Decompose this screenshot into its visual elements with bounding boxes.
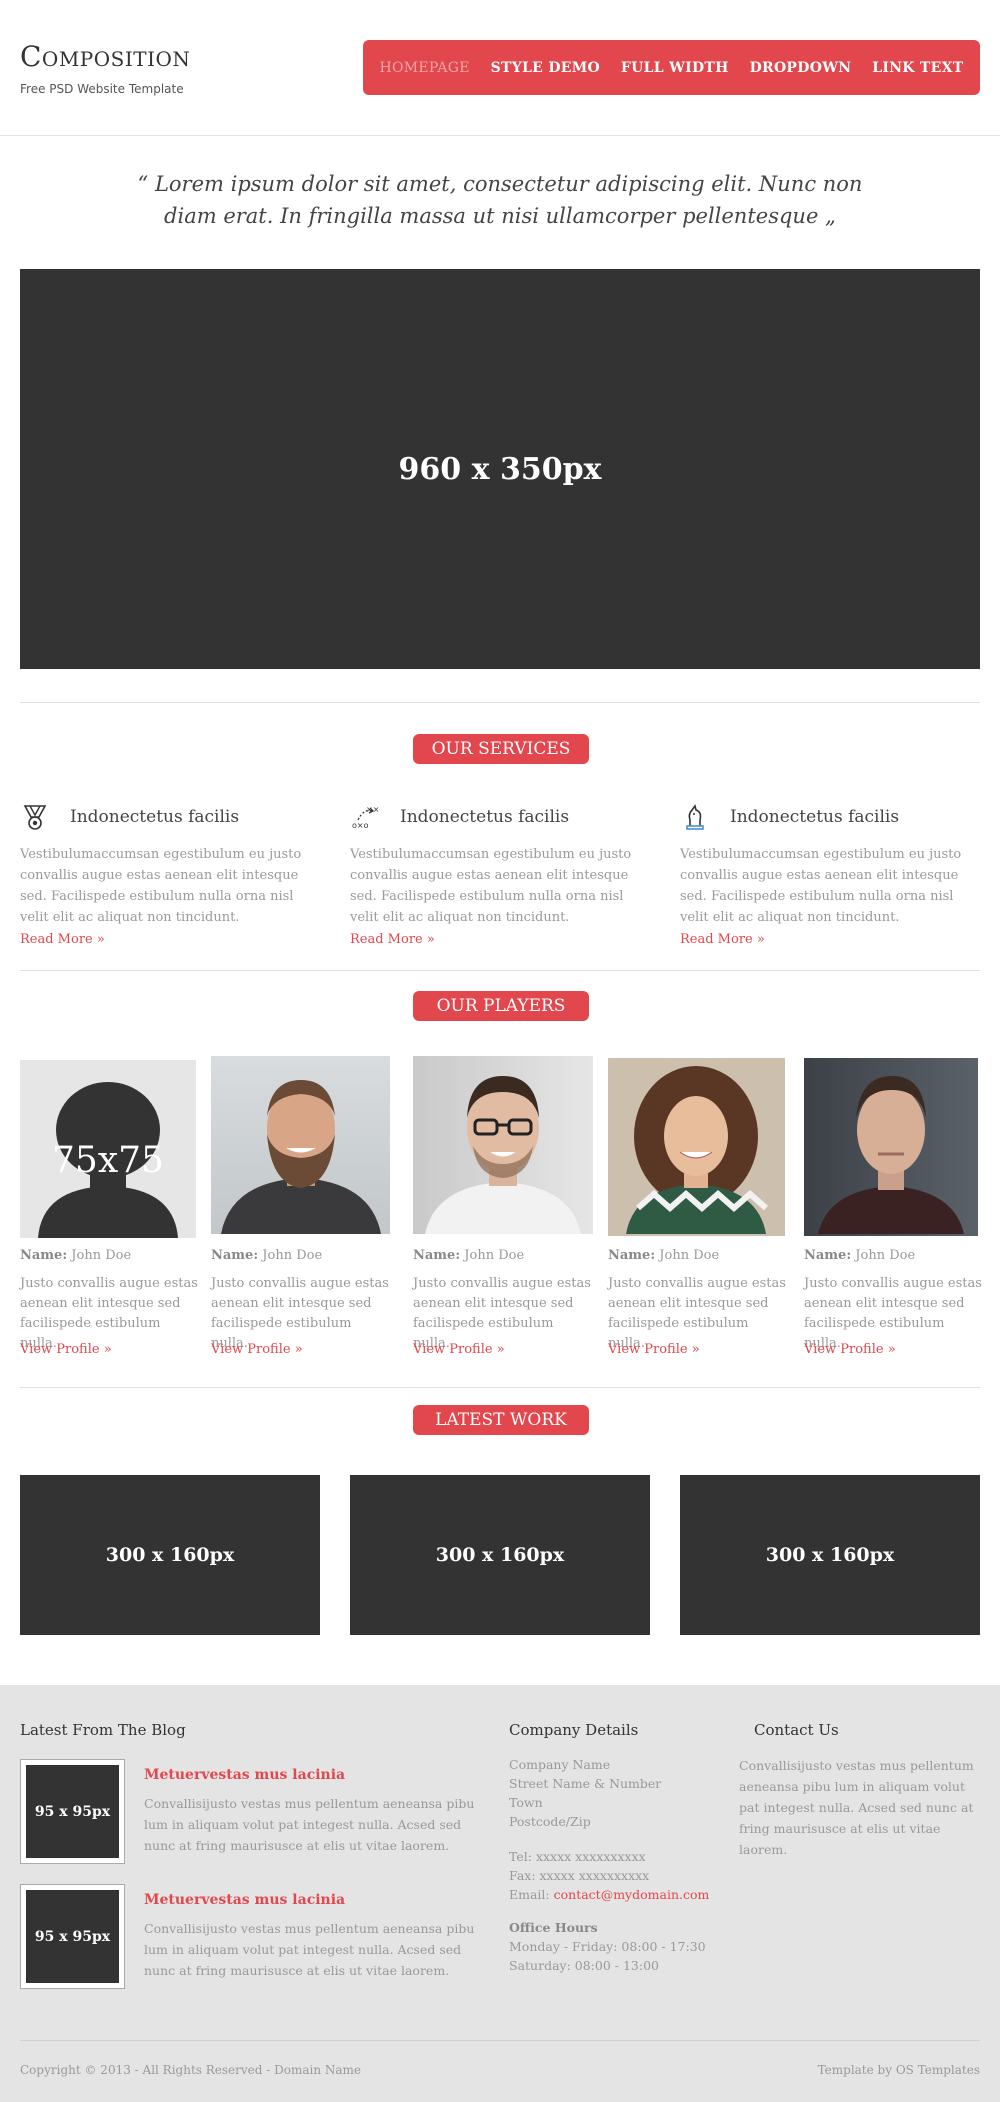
blog-thumb-label: 95 x 95px bbox=[26, 1765, 119, 1858]
company-fax: Fax: xxxxx xxxxxxxxxx bbox=[509, 1868, 650, 1883]
site-tagline: Free PSD Website Template bbox=[20, 82, 184, 96]
read-more-link[interactable]: Read More » bbox=[20, 932, 105, 947]
name-label: Name: bbox=[608, 1248, 656, 1263]
read-more-link[interactable]: Read More » bbox=[350, 932, 435, 947]
office-hours-heading: Office Hours bbox=[509, 1920, 598, 1935]
view-profile-link[interactable]: View Profile » bbox=[20, 1342, 112, 1357]
hero-banner: 960 x 350px bbox=[20, 269, 980, 669]
view-profile-link[interactable]: View Profile » bbox=[413, 1342, 505, 1357]
view-profile-link[interactable]: View Profile » bbox=[211, 1342, 303, 1357]
intro-quote: “ Lorem ipsum dolor sit amet, consectetu… bbox=[137, 172, 863, 228]
player-name: Name: John Doe bbox=[211, 1248, 322, 1263]
main-nav: HOMEPAGE STYLE DEMO FULL WIDTH DROPDOWN … bbox=[363, 40, 980, 95]
player-name: Name: John Doe bbox=[608, 1248, 719, 1263]
name-label: Name: bbox=[20, 1248, 68, 1263]
view-profile-link[interactable]: View Profile » bbox=[608, 1342, 700, 1357]
site-logo[interactable]: Composition bbox=[20, 40, 190, 73]
work-label: 300 x 160px bbox=[435, 1544, 565, 1566]
player-name-value: John Doe bbox=[262, 1248, 323, 1263]
nav-dropdown[interactable]: DROPDOWN bbox=[750, 60, 852, 76]
blog-post-title[interactable]: Metuervestas mus lacinia bbox=[144, 1767, 345, 1783]
work-thumbnail[interactable]: 300 x 160px bbox=[20, 1475, 320, 1635]
blog-thumb-label: 95 x 95px bbox=[26, 1890, 119, 1983]
blog-post-text: Convallisijusto vestas mus pellentum aen… bbox=[144, 1796, 475, 1853]
service-title: Indonectetus facilis bbox=[70, 807, 240, 827]
nav-full-width[interactable]: FULL WIDTH bbox=[621, 60, 729, 76]
section-divider bbox=[20, 702, 980, 703]
service-title: Indonectetus facilis bbox=[730, 807, 900, 827]
office-hours-saturday: Saturday: 08:00 - 13:00 bbox=[509, 1958, 659, 1973]
work-label: 300 x 160px bbox=[105, 1544, 235, 1566]
company-town: Town bbox=[509, 1795, 543, 1810]
company-street: Street Name & Number bbox=[509, 1776, 662, 1791]
company-email-row: Email: contact@mydomain.com bbox=[509, 1885, 709, 1904]
player-photo[interactable] bbox=[211, 1056, 390, 1234]
section-divider bbox=[20, 1387, 980, 1388]
work-thumbnail[interactable]: 300 x 160px bbox=[680, 1475, 980, 1635]
work-thumbnail[interactable]: 300 x 160px bbox=[350, 1475, 650, 1635]
read-more-link[interactable]: Read More » bbox=[680, 932, 765, 947]
nav-homepage[interactable]: HOMEPAGE bbox=[379, 60, 469, 76]
latest-work-heading: LATEST WORK bbox=[413, 1405, 589, 1435]
player-name-value: John Doe bbox=[659, 1248, 720, 1263]
player-name-value: John Doe bbox=[855, 1248, 916, 1263]
service-text: Vestibulumaccumsan egestibulum eu justo … bbox=[680, 847, 962, 925]
company-address: Company Name Street Name & Number Town P… bbox=[509, 1755, 661, 1831]
player-name-value: John Doe bbox=[71, 1248, 132, 1263]
player-portrait bbox=[221, 1080, 381, 1234]
service-title: Indonectetus facilis bbox=[400, 807, 570, 827]
player-name: Name: John Doe bbox=[20, 1248, 131, 1263]
player-photo[interactable] bbox=[413, 1056, 593, 1234]
svg-text:××: ×× bbox=[366, 805, 379, 814]
email-link[interactable]: contact@mydomain.com bbox=[554, 1887, 710, 1902]
name-label: Name: bbox=[804, 1248, 852, 1263]
section-divider bbox=[20, 970, 980, 971]
office-hours-weekday: Monday - Friday: 08:00 - 17:30 bbox=[509, 1939, 706, 1954]
hero-label: 960 x 350px bbox=[398, 451, 602, 487]
copyright: Copyright © 2013 - All Rights Reserved -… bbox=[20, 2063, 362, 2077]
name-label: Name: bbox=[413, 1248, 461, 1263]
blog-post-title[interactable]: Metuervestas mus lacinia bbox=[144, 1892, 345, 1908]
nav-link-text[interactable]: LINK TEXT bbox=[872, 60, 963, 76]
company-contact: Tel: xxxxx xxxxxxxxxx Fax: xxxxx xxxxxxx… bbox=[509, 1847, 709, 1904]
work-label: 300 x 160px bbox=[765, 1544, 895, 1566]
footer-divider bbox=[20, 2040, 980, 2041]
company-heading: Company Details bbox=[509, 1721, 639, 1739]
player-name: Name: John Doe bbox=[804, 1248, 915, 1263]
player-name: Name: John Doe bbox=[413, 1248, 524, 1263]
blog-thumbnail[interactable]: 95 x 95px bbox=[20, 1759, 125, 1864]
player-photo-placeholder[interactable]: 75x75 bbox=[20, 1060, 196, 1238]
player-photo[interactable] bbox=[608, 1058, 785, 1236]
email-label: Email: bbox=[509, 1887, 550, 1902]
blog-post-text: Convallisijusto vestas mus pellentum aen… bbox=[144, 1921, 475, 1978]
services-heading: OUR SERVICES bbox=[413, 734, 589, 764]
contact-heading: Contact Us bbox=[754, 1721, 839, 1739]
template-credit[interactable]: Template by OS Templates bbox=[818, 2063, 980, 2077]
chess-knight-icon bbox=[686, 804, 704, 830]
silhouette-icon: 75x75 bbox=[38, 1082, 178, 1238]
view-profile-link[interactable]: View Profile » bbox=[804, 1342, 896, 1357]
name-label: Name: bbox=[211, 1248, 259, 1263]
blog-heading: Latest From The Blog bbox=[20, 1721, 186, 1739]
company-postcode: Postcode/Zip bbox=[509, 1814, 591, 1829]
player-portrait bbox=[626, 1066, 768, 1234]
player-portrait bbox=[818, 1076, 964, 1234]
site-header: Composition Free PSD Website Template HO… bbox=[0, 0, 1000, 136]
player-portrait bbox=[425, 1076, 581, 1234]
company-name: Company Name bbox=[509, 1757, 611, 1772]
svg-text:o×o: o×o bbox=[352, 821, 369, 830]
strategy-icon: o×o ×× bbox=[352, 805, 379, 830]
players-heading: OUR PLAYERS bbox=[413, 991, 589, 1021]
blog-thumbnail[interactable]: 95 x 95px bbox=[20, 1884, 125, 1989]
service-text: Vestibulumaccumsan egestibulum eu justo … bbox=[20, 847, 302, 925]
company-tel: Tel: xxxxx xxxxxxxxxx bbox=[509, 1849, 646, 1864]
player-name-value: John Doe bbox=[464, 1248, 525, 1263]
service-text: Vestibulumaccumsan egestibulum eu justo … bbox=[350, 847, 632, 925]
nav-style-demo[interactable]: STYLE DEMO bbox=[491, 60, 600, 76]
medal-icon bbox=[23, 805, 47, 830]
placeholder-label: 75x75 bbox=[52, 1140, 164, 1181]
player-photo[interactable] bbox=[804, 1058, 978, 1236]
office-hours: Office Hours Monday - Friday: 08:00 - 17… bbox=[509, 1918, 706, 1975]
contact-text: Convallisijusto vestas mus pellentum aen… bbox=[739, 1758, 974, 1857]
